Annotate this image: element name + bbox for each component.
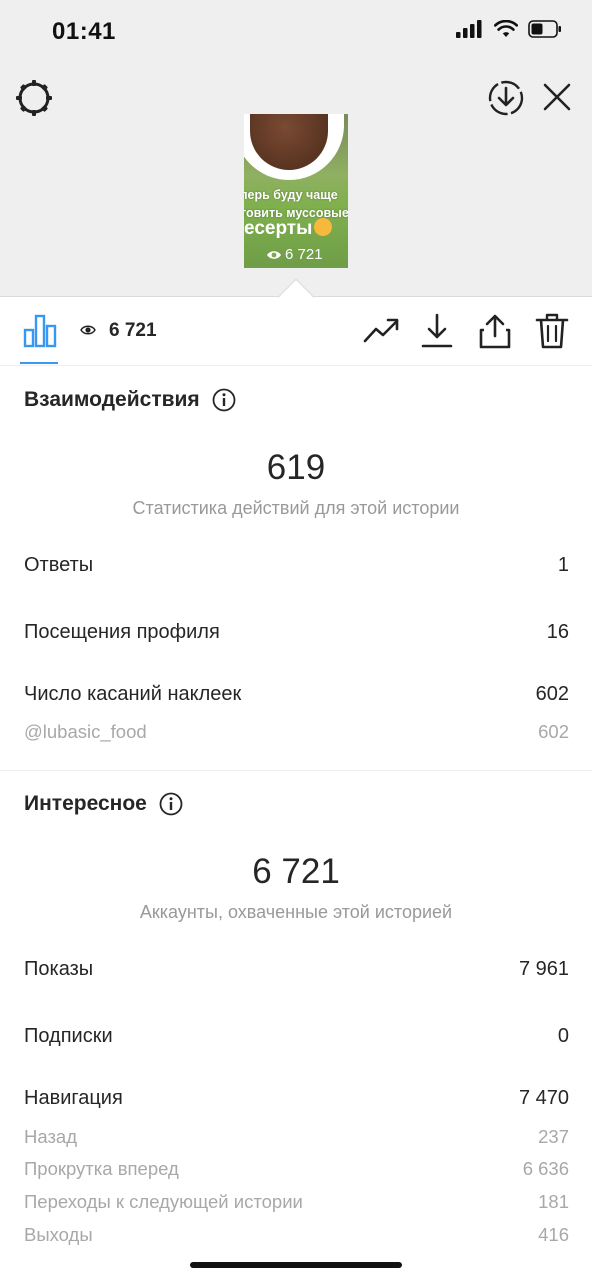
discovery-section-title: Интересное — [24, 792, 183, 816]
stat-row-sticker-mention: @lubasic_food 602 — [24, 721, 569, 743]
trend-arrow-icon[interactable] — [362, 312, 400, 350]
section-divider — [0, 770, 592, 771]
settings-gear-icon[interactable] — [14, 78, 54, 118]
stat-value: 602 — [538, 721, 569, 742]
stat-label: Ответы — [24, 554, 94, 576]
stat-row-profile-visits: Посещения профиля 16 — [24, 621, 569, 644]
stat-label: @lubasic_food — [24, 721, 147, 742]
stat-value: 181 — [538, 1191, 569, 1212]
discovery-title-text: Интересное — [24, 792, 147, 815]
insights-toolbar: 6 721 — [0, 296, 592, 366]
info-icon[interactable] — [212, 388, 236, 412]
stat-row-next-story: Переходы к следующей истории 181 — [24, 1191, 569, 1213]
thumbnail-views: 6 721 — [266, 246, 323, 263]
interactions-total: 619 — [266, 448, 326, 487]
stat-row-navigation: Навигация 7 470 — [24, 1087, 569, 1110]
home-indicator[interactable] — [190, 1262, 402, 1268]
eye-icon — [267, 250, 281, 259]
views-eye-icon — [80, 325, 96, 335]
stat-label: Навигация — [24, 1087, 123, 1109]
discovery-total: 6 721 — [252, 852, 340, 891]
stat-row-exits: Выходы 416 — [24, 1224, 569, 1246]
status-time: 01:41 — [52, 18, 116, 45]
stat-value: 237 — [538, 1126, 569, 1147]
battery-icon — [528, 20, 561, 38]
active-tab-indicator — [20, 362, 58, 364]
cellular-signal-icon — [456, 20, 482, 38]
stat-label: Показы — [24, 958, 94, 980]
wifi-icon — [494, 20, 518, 37]
stat-value: 416 — [538, 1224, 569, 1245]
interactions-title-text: Взаимодействия — [24, 388, 200, 411]
close-icon[interactable] — [540, 80, 574, 114]
thumbnail-caption-line1: перь буду чаще — [244, 188, 338, 202]
thumbnail-view-count: 6 721 — [285, 246, 323, 263]
story-thumbnail[interactable]: перь буду чаще товить муссовые есерты 6 … — [244, 114, 348, 268]
stat-row-impressions: Показы 7 961 — [24, 958, 569, 981]
stat-label: Посещения профиля — [24, 621, 220, 643]
stat-label: Подписки — [24, 1025, 113, 1047]
stat-value: 7 470 — [518, 1087, 569, 1109]
smile-emoji-icon — [314, 218, 333, 236]
interactions-subtitle: Статистика действий для этой истории — [132, 498, 460, 518]
insights-chart-icon[interactable] — [20, 314, 60, 348]
stat-row-follows: Подписки 0 — [24, 1025, 569, 1048]
thumbnail-caption-text: есерты — [244, 218, 313, 239]
stat-row-replies: Ответы 1 — [24, 554, 569, 577]
stat-label: Переходы к следующей истории — [24, 1191, 303, 1212]
stat-value: 602 — [535, 683, 569, 705]
stat-value: 6 636 — [522, 1158, 569, 1179]
stat-row-forward: Прокрутка вперед 6 636 — [24, 1158, 569, 1180]
stat-label: Прокрутка вперед — [24, 1158, 179, 1179]
stat-row-back: Назад 237 — [24, 1126, 569, 1148]
save-story-icon[interactable] — [486, 78, 526, 118]
delete-trash-icon[interactable] — [533, 312, 571, 350]
thumbnail-caption-line3: есерты — [244, 218, 333, 240]
stat-label: Число касаний наклеек — [24, 683, 242, 705]
status-icons — [456, 20, 562, 38]
discovery-subtitle: Аккаунты, охваченные этой историей — [139, 902, 453, 922]
stat-value: 16 — [546, 621, 569, 643]
interactions-section-title: Взаимодействия — [24, 388, 236, 412]
stat-row-sticker-taps: Число касаний наклеек 602 — [24, 683, 569, 706]
stat-value: 7 961 — [518, 958, 569, 980]
stat-value: 0 — [557, 1025, 569, 1047]
download-icon[interactable] — [418, 312, 456, 350]
views-count: 6 721 — [109, 320, 157, 341]
info-icon[interactable] — [159, 792, 183, 816]
stat-label: Выходы — [24, 1224, 93, 1245]
stat-label: Назад — [24, 1126, 78, 1147]
stat-value: 1 — [557, 554, 569, 576]
share-icon[interactable] — [476, 312, 514, 350]
